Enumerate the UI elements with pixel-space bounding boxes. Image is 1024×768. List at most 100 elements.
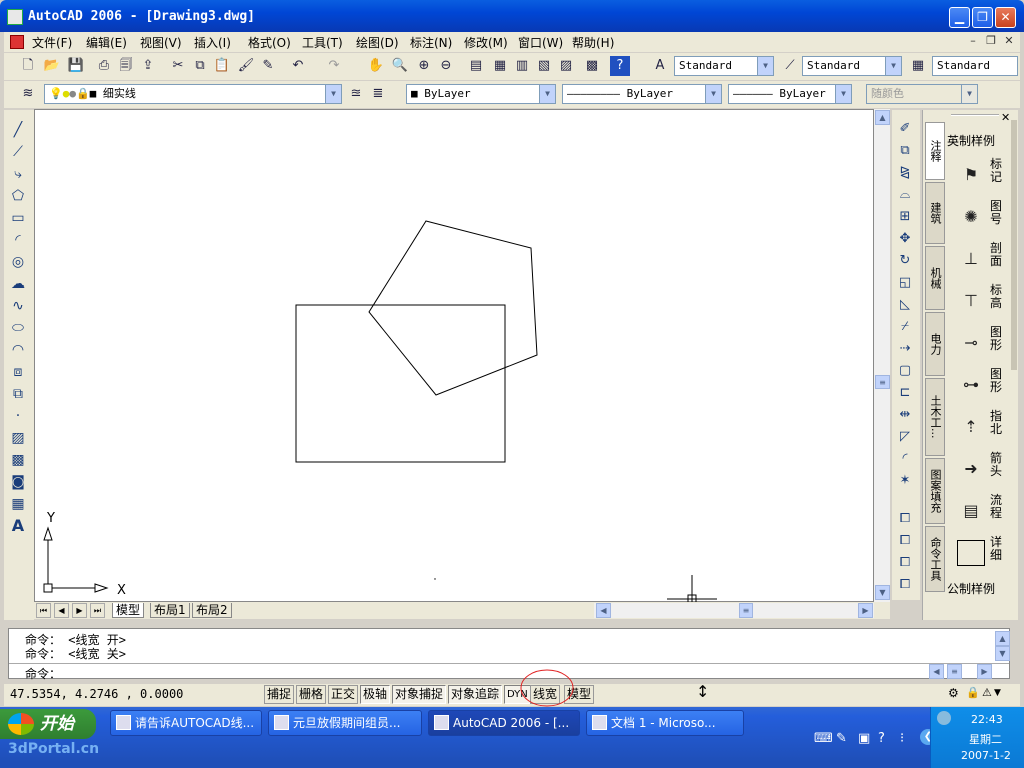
table-style-icon[interactable]: ▦ [908,56,928,76]
cut-icon[interactable]: ✂ [168,56,188,76]
tray-settings-icon[interactable]: ⚙ [948,686,959,700]
match-properties-icon[interactable]: 🖌 [236,56,256,76]
toggle-ortho[interactable]: 正交 [328,685,359,704]
lineweight-select[interactable]: —————— ByLayer ▼ [728,84,852,104]
move-icon[interactable]: ✥ [896,230,914,248]
chevron-down-icon[interactable]: ▼ [757,57,773,75]
scale-icon[interactable]: ◱ [896,274,914,292]
palette-item-north-arrow[interactable]: ⇡ 指北 [953,410,1013,444]
doc-minimize-icon[interactable]: – [966,35,980,48]
properties-icon[interactable]: ▤ [466,56,486,76]
array-icon[interactable]: ⊞ [896,208,914,226]
command-prompt[interactable]: 命令： [25,665,61,682]
tab-model[interactable]: 模型 [112,603,145,618]
stretch-icon[interactable]: ◺ [896,296,914,314]
ellipse-arc-icon[interactable]: ◠ [8,340,28,360]
explode-icon[interactable]: ✶ [896,472,914,490]
chevron-down-icon[interactable]: ▼ [325,85,341,103]
insert-block-icon[interactable]: ⧈ [8,362,28,382]
menu-tools[interactable]: 工具(T) [302,34,343,51]
last-tab-icon[interactable]: ⏭ [90,603,105,618]
drawn-rectangle[interactable] [295,304,506,463]
doc-restore-icon[interactable]: ❐ [984,35,998,48]
chevron-down-icon[interactable]: ▼ [705,85,721,103]
chevron-down-icon[interactable]: ▼ [885,57,901,75]
command-window[interactable]: 命令： <线宽 开> 命令： <线宽 关> 命令： ▲ ▼ ◀ ≡ ▶ [8,628,1010,682]
scroll-thumb[interactable]: ≡ [875,375,890,389]
pen-icon[interactable]: ✎ [836,731,847,746]
palette-tab-annotation[interactable]: 注释 [925,122,945,180]
ellipse-icon[interactable]: ⬭ [8,318,28,338]
calculator-icon[interactable]: ▩ [582,56,602,76]
construction-line-icon[interactable]: ⟋ [8,142,28,162]
menu-edit[interactable]: 编辑(E) [86,34,127,51]
scroll-left-icon[interactable]: ◀ [596,603,611,618]
copy-object-icon[interactable]: ⧉ [896,142,914,160]
scroll-right-icon[interactable]: ▶ [858,603,873,618]
menu-view[interactable]: 视图(V) [140,34,182,51]
toggle-otrack[interactable]: 对象追踪 [448,685,503,704]
trim-icon[interactable]: ⌿ [896,318,914,336]
light-bulb-icon[interactable]: 💡 [49,87,63,100]
palette-item-elevation[interactable]: ⊤ 标高 [953,284,1013,318]
close-button[interactable]: ✕ [995,7,1016,28]
region-icon[interactable]: ◙ [8,472,28,492]
first-tab-icon[interactable]: ⏮ [36,603,51,618]
toggle-osnap[interactable]: 对象捕捉 [392,685,447,704]
sheet-set-icon[interactable]: ▧ [534,56,554,76]
coordinates-display[interactable]: 47.5354, 4.2746 , 0.0000 [10,687,183,701]
close-icon[interactable]: ✕ [1001,111,1010,124]
network-icon[interactable] [937,711,951,725]
palette-item-shape-1[interactable]: ⊸ 图形 [953,326,1013,360]
new-file-icon[interactable]: 🗋 [18,56,38,76]
tab-layout2[interactable]: 布局2 [192,603,232,618]
spline-icon[interactable]: ∿ [8,296,28,316]
drawing-canvas[interactable]: Y X [34,109,874,603]
title-bar[interactable]: AutoCAD 2006 - [Drawing3.dwg] ▁ ❐ ✕ [0,0,1024,32]
table-icon[interactable]: ▦ [8,494,28,514]
scroll-down-icon[interactable]: ▼ [995,646,1010,661]
paste-icon[interactable]: 📋 [212,56,232,76]
hatch-icon[interactable]: ▨ [8,428,28,448]
menu-file[interactable]: 文件(F) [32,34,72,51]
hscroll-thumb[interactable]: ≡ [739,603,753,618]
palette-tab-electrical[interactable]: 电力 [925,312,945,376]
help-icon[interactable]: ? [610,56,630,76]
palette-tab-mechanical[interactable]: 机械 [925,246,945,310]
text-style-icon[interactable]: A [650,56,670,76]
dim-style-select[interactable]: Standard ▼ [802,56,902,76]
communication-center-icon[interactable]: ⚠ [982,686,992,699]
menu-modify[interactable]: 修改(M) [464,34,508,51]
draw-order-under-icon[interactable]: ⧠ [896,576,914,594]
palette-tab-architecture[interactable]: 建筑 [925,182,945,244]
print-icon[interactable]: ⎙ [94,56,114,76]
arc-icon[interactable]: ◜ [8,230,28,250]
options-icon[interactable]: ⁝ [900,731,904,746]
taskbar-button-1[interactable]: 请告诉AUTOCAD线... [110,710,262,736]
taskbar-button-word[interactable]: 文档 1 - Microso... [586,710,744,736]
toggle-grid[interactable]: 栅格 [296,685,327,704]
chevron-down-icon[interactable]: ▼ [539,85,555,103]
extend-icon[interactable]: ⇢ [896,340,914,358]
layer-previous-icon[interactable]: ≣ [368,84,388,104]
make-object-layer-current-icon[interactable]: ≊ [346,84,366,104]
rotate-icon[interactable]: ↻ [896,252,914,270]
layer-manager-icon[interactable]: ≋ [18,84,38,104]
copy-icon[interactable]: ⧉ [190,56,210,76]
canvas-vertical-scrollbar[interactable]: ▲ ≡ ▼ [874,109,890,602]
linetype-select[interactable]: ———————— ByLayer ▼ [562,84,722,104]
line-icon[interactable]: ╱ [8,120,28,140]
palette-item-arrow[interactable]: ➜ 箭头 [953,452,1013,486]
palette-tab-command-tools[interactable]: 命令工具 [925,526,945,592]
zoom-window-icon[interactable]: ⊕ [414,56,434,76]
prev-tab-icon[interactable]: ◀ [54,603,69,618]
palette-item-detail[interactable]: 详细 [953,536,1013,570]
chevron-down-icon[interactable]: ▼ [994,688,1001,698]
palette-item-callout[interactable]: ✺ 图号 [953,200,1013,234]
layer-select[interactable]: 💡●●🔒■ 细实线 ▼ [44,84,342,104]
autocad-app-icon[interactable] [7,9,23,25]
tab-layout1[interactable]: 布局1 [150,603,190,618]
clock-time[interactable]: 22:43 [971,713,1003,726]
block-editor-icon[interactable]: ✎ [258,56,278,76]
language-bar-icon[interactable]: ▣ [858,731,870,746]
